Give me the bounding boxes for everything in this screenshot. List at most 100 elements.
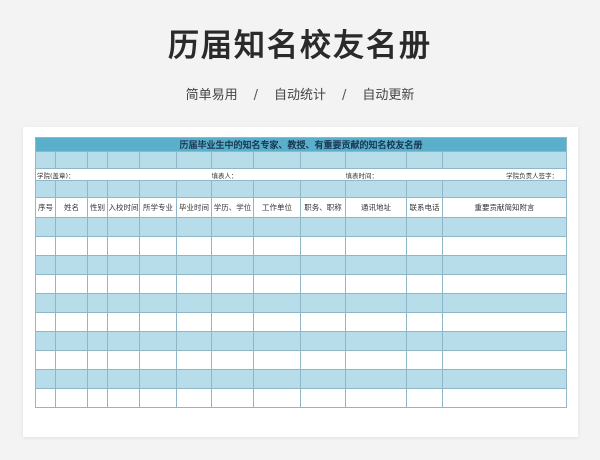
table-cell[interactable] xyxy=(253,217,301,237)
table-cell[interactable] xyxy=(87,274,108,294)
table-cell[interactable] xyxy=(139,274,177,294)
table-cell[interactable] xyxy=(253,293,301,313)
table-cell[interactable] xyxy=(300,350,346,370)
table-cell[interactable] xyxy=(139,312,177,332)
table-cell[interactable] xyxy=(176,274,212,294)
table-cell[interactable] xyxy=(253,236,301,256)
table-cell[interactable] xyxy=(87,331,108,351)
table-cell[interactable] xyxy=(406,236,443,256)
table-cell[interactable] xyxy=(55,388,88,408)
table-cell[interactable] xyxy=(107,274,140,294)
table-cell[interactable] xyxy=(35,312,56,332)
table-cell[interactable] xyxy=(211,274,254,294)
table-cell[interactable] xyxy=(211,350,254,370)
table-cell[interactable] xyxy=(300,331,346,351)
table-cell[interactable] xyxy=(253,369,301,389)
table-cell[interactable] xyxy=(253,350,301,370)
table-cell[interactable] xyxy=(253,255,301,275)
table-cell[interactable] xyxy=(55,331,88,351)
table-cell[interactable] xyxy=(107,255,140,275)
table-cell[interactable] xyxy=(176,217,212,237)
table-cell[interactable] xyxy=(55,274,88,294)
table-cell[interactable] xyxy=(139,350,177,370)
table-cell[interactable] xyxy=(55,236,88,256)
table-cell[interactable] xyxy=(107,388,140,408)
table-cell[interactable] xyxy=(35,331,56,351)
table-cell[interactable] xyxy=(139,217,177,237)
table-cell[interactable] xyxy=(441,388,568,408)
table-cell[interactable] xyxy=(87,236,108,256)
table-cell[interactable] xyxy=(441,293,568,313)
table-cell[interactable] xyxy=(211,293,254,313)
table-cell[interactable] xyxy=(345,236,407,256)
table-cell[interactable] xyxy=(176,350,212,370)
table-cell[interactable] xyxy=(211,236,254,256)
table-cell[interactable] xyxy=(406,255,443,275)
table-cell[interactable] xyxy=(300,274,346,294)
table-cell[interactable] xyxy=(406,312,443,332)
table-cell[interactable] xyxy=(55,350,88,370)
table-cell[interactable] xyxy=(107,369,140,389)
table-cell[interactable] xyxy=(300,312,346,332)
table-cell[interactable] xyxy=(406,331,443,351)
table-cell[interactable] xyxy=(345,274,407,294)
table-cell[interactable] xyxy=(253,312,301,332)
table-cell[interactable] xyxy=(253,331,301,351)
table-cell[interactable] xyxy=(345,388,407,408)
table-cell[interactable] xyxy=(406,293,443,313)
table-cell[interactable] xyxy=(107,236,140,256)
table-cell[interactable] xyxy=(176,293,212,313)
table-cell[interactable] xyxy=(406,274,443,294)
table-cell[interactable] xyxy=(176,236,212,256)
table-cell[interactable] xyxy=(211,312,254,332)
table-cell[interactable] xyxy=(87,293,108,313)
table-cell[interactable] xyxy=(345,369,407,389)
table-cell[interactable] xyxy=(211,217,254,237)
table-cell[interactable] xyxy=(87,217,108,237)
table-cell[interactable] xyxy=(441,255,568,275)
table-cell[interactable] xyxy=(87,388,108,408)
table-cell[interactable] xyxy=(300,293,346,313)
table-cell[interactable] xyxy=(55,293,88,313)
table-cell[interactable] xyxy=(139,293,177,313)
table-cell[interactable] xyxy=(107,293,140,313)
table-cell[interactable] xyxy=(107,350,140,370)
table-cell[interactable] xyxy=(406,388,443,408)
table-cell[interactable] xyxy=(345,312,407,332)
table-cell[interactable] xyxy=(211,388,254,408)
table-cell[interactable] xyxy=(35,274,56,294)
table-cell[interactable] xyxy=(406,217,443,237)
table-cell[interactable] xyxy=(35,369,56,389)
table-cell[interactable] xyxy=(253,274,301,294)
table-cell[interactable] xyxy=(176,388,212,408)
table-cell[interactable] xyxy=(35,388,56,408)
table-cell[interactable] xyxy=(176,312,212,332)
table-cell[interactable] xyxy=(345,217,407,237)
table-cell[interactable] xyxy=(211,331,254,351)
table-cell[interactable] xyxy=(441,312,568,332)
table-cell[interactable] xyxy=(345,293,407,313)
table-cell[interactable] xyxy=(55,369,88,389)
table-cell[interactable] xyxy=(107,331,140,351)
table-cell[interactable] xyxy=(345,331,407,351)
table-cell[interactable] xyxy=(107,312,140,332)
table-cell[interactable] xyxy=(211,255,254,275)
table-cell[interactable] xyxy=(441,350,568,370)
table-cell[interactable] xyxy=(139,236,177,256)
table-cell[interactable] xyxy=(345,350,407,370)
table-cell[interactable] xyxy=(87,369,108,389)
table-cell[interactable] xyxy=(441,331,568,351)
table-cell[interactable] xyxy=(211,369,254,389)
table-cell[interactable] xyxy=(441,217,568,237)
table-cell[interactable] xyxy=(176,369,212,389)
table-cell[interactable] xyxy=(176,331,212,351)
table-cell[interactable] xyxy=(300,255,346,275)
table-cell[interactable] xyxy=(406,350,443,370)
table-cell[interactable] xyxy=(35,255,56,275)
table-cell[interactable] xyxy=(87,350,108,370)
table-cell[interactable] xyxy=(87,312,108,332)
table-cell[interactable] xyxy=(345,255,407,275)
table-cell[interactable] xyxy=(139,255,177,275)
table-cell[interactable] xyxy=(35,293,56,313)
table-cell[interactable] xyxy=(441,369,568,389)
